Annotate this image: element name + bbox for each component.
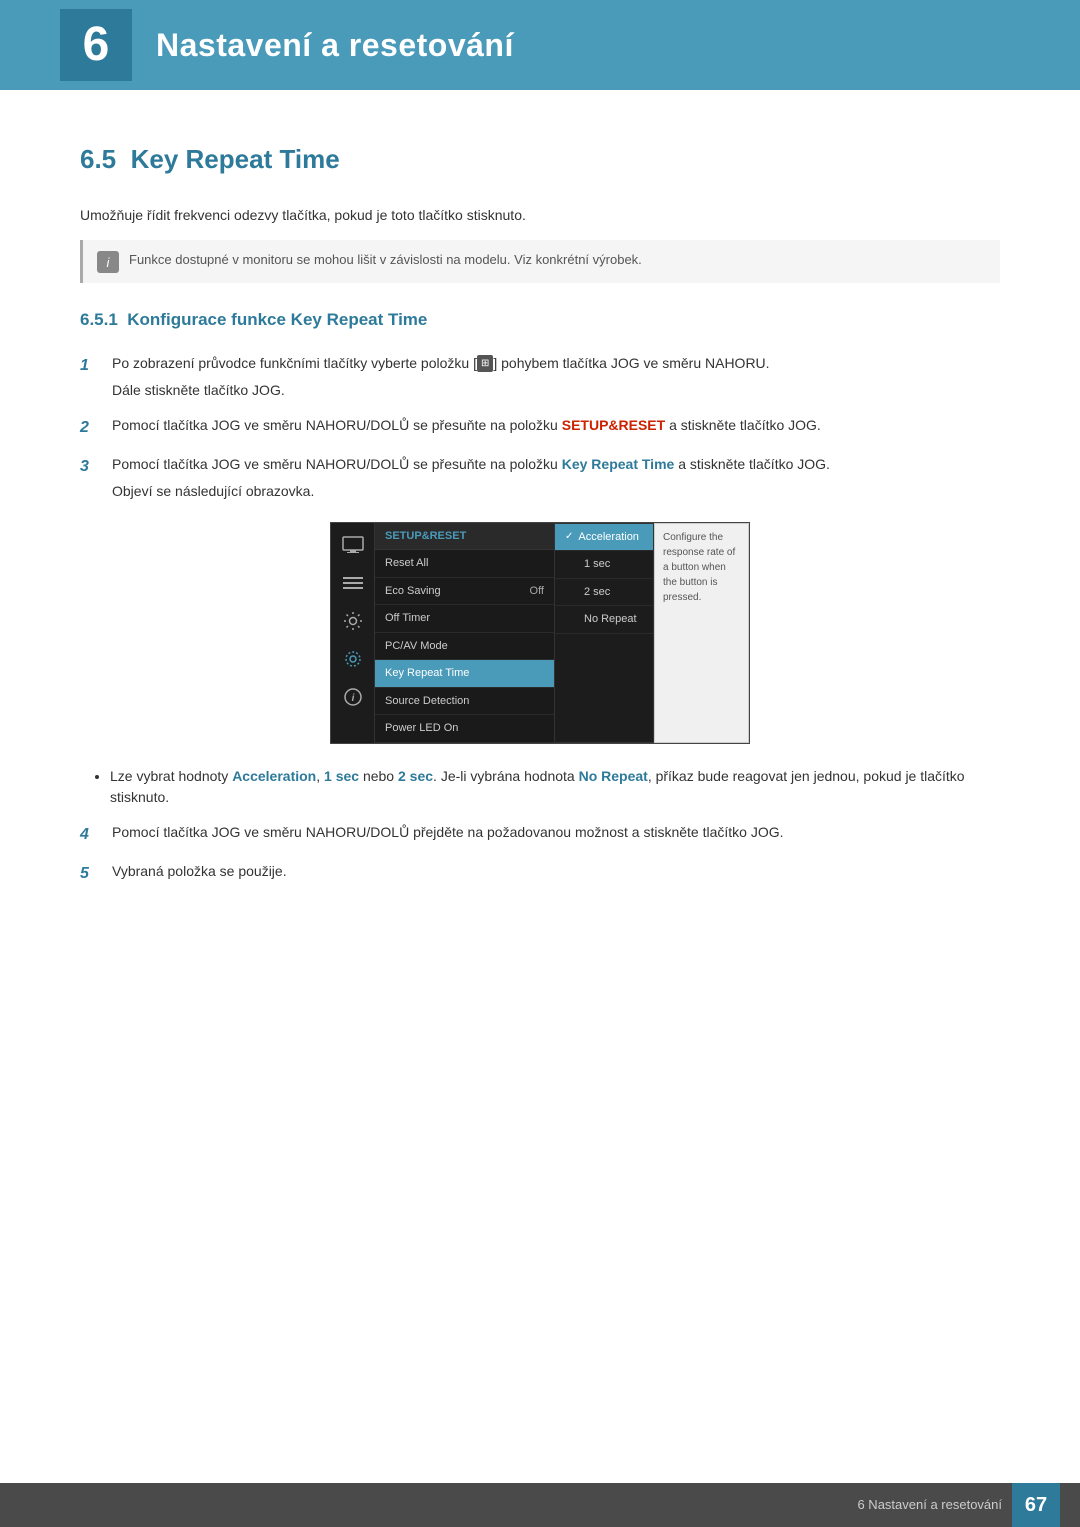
- bullet-item: Lze vybrat hodnoty Acceleration, 1 sec n…: [110, 766, 1000, 808]
- no-repeat-option: No Repeat: [579, 768, 648, 784]
- step-1-content: Po zobrazení průvodce funkčními tlačítky…: [112, 353, 1000, 401]
- screen-sidebar: i: [331, 523, 375, 743]
- menu-item-off-timer: Off Timer: [375, 605, 554, 633]
- accel-option: Acceleration: [232, 768, 316, 784]
- note-box: i Funkce dostupné v monitoru se mohou li…: [80, 240, 1000, 283]
- step-1-number: 1: [80, 353, 98, 378]
- sidebar-icon-settings: [341, 609, 365, 633]
- note-text: Funkce dostupné v monitoru se mohou liši…: [129, 250, 642, 270]
- step-5: 5 Vybraná položka se použije.: [80, 861, 1000, 886]
- page-footer: 6 Nastavení a resetování 67: [0, 1483, 1080, 1527]
- 2sec-option: 2 sec: [398, 768, 433, 784]
- footer-page-number: 67: [1012, 1483, 1060, 1527]
- step-2-content: Pomocí tlačítka JOG ve směru NAHORU/DOLŮ…: [112, 415, 1000, 436]
- sidebar-icon-lines: [341, 571, 365, 595]
- section-number: 6.5: [80, 144, 116, 174]
- step-3-content: Pomocí tlačítka JOG ve směru NAHORU/DOLŮ…: [112, 454, 1000, 502]
- steps-list-2: 4 Pomocí tlačítka JOG ve směru NAHORU/DO…: [80, 822, 1000, 886]
- screenshot-container: i SETUP&RESET Reset All Eco Saving Off: [80, 522, 1000, 744]
- sidebar-icon-monitor: [341, 533, 365, 557]
- steps-list: 1 Po zobrazení průvodce funkčními tlačít…: [80, 353, 1000, 502]
- step-2-number: 2: [80, 415, 98, 440]
- subsection-title: 6.5.1 Konfigurace funkce Key Repeat Time: [80, 307, 1000, 333]
- menu-item-source-detection: Source Detection: [375, 688, 554, 716]
- setup-reset-label: SETUP&RESET: [562, 417, 665, 433]
- step-5-content: Vybraná položka se použije.: [112, 861, 1000, 882]
- step-3: 3 Pomocí tlačítka JOG ve směru NAHORU/DO…: [80, 454, 1000, 502]
- step-1-sub: Dále stiskněte tlačítko JOG.: [112, 380, 1000, 401]
- note-icon: i: [97, 251, 119, 273]
- menu-item-reset-all: Reset All: [375, 550, 554, 578]
- chapter-title: Nastavení a resetování: [156, 21, 514, 69]
- step-5-number: 5: [80, 861, 98, 886]
- tooltip-text: Configure the response rate of a button …: [663, 532, 735, 603]
- step-4-number: 4: [80, 822, 98, 847]
- submenu-item-2sec: 2 sec: [555, 579, 653, 607]
- screen-menu-list: Reset All Eco Saving Off Off Timer PC/AV…: [375, 550, 554, 743]
- section-name: Key Repeat Time: [131, 144, 340, 174]
- submenu-item-1sec: 1 sec: [555, 551, 653, 579]
- menu-item-power-led: Power LED On: [375, 715, 554, 743]
- step-3-sub: Objeví se následující obrazovka.: [112, 481, 1000, 502]
- screenshot: i SETUP&RESET Reset All Eco Saving Off: [330, 522, 750, 744]
- jog-icon: ⊞: [477, 355, 493, 372]
- tooltip-panel: Configure the response rate of a button …: [654, 523, 749, 743]
- step-4-content: Pomocí tlačítka JOG ve směru NAHORU/DOLŮ…: [112, 822, 1000, 843]
- step-3-number: 3: [80, 454, 98, 479]
- step-4: 4 Pomocí tlačítka JOG ve směru NAHORU/DO…: [80, 822, 1000, 847]
- main-content: 6.5 Key Repeat Time Umožňuje řídit frekv…: [0, 120, 1080, 980]
- chapter-number: 6: [60, 9, 132, 81]
- svg-text:i: i: [351, 693, 354, 704]
- submenu-item-no-repeat: No Repeat: [555, 606, 653, 634]
- menu-item-key-repeat: Key Repeat Time: [375, 660, 554, 688]
- section-intro: Umožňuje řídit frekvenci odezvy tlačítka…: [80, 205, 1000, 226]
- bullet-list: Lze vybrat hodnoty Acceleration, 1 sec n…: [80, 766, 1000, 808]
- menu-item-pcav-mode: PC/AV Mode: [375, 633, 554, 661]
- screen-main: SETUP&RESET Reset All Eco Saving Off Off…: [375, 523, 554, 743]
- submenu-panel: ✓ Acceleration 1 sec 2 sec No Repeat: [554, 523, 654, 743]
- section-title: 6.5 Key Repeat Time: [80, 140, 1000, 185]
- screen-menu-header: SETUP&RESET: [375, 523, 554, 551]
- subsection-name: Konfigurace funkce Key Repeat Time: [127, 310, 427, 329]
- sidebar-icon-gear-active: [341, 647, 365, 671]
- submenu-item-acceleration: ✓ Acceleration: [555, 524, 653, 552]
- step-1: 1 Po zobrazení průvodce funkčními tlačít…: [80, 353, 1000, 401]
- footer-chapter-label: 6 Nastavení a resetování: [857, 1495, 1002, 1515]
- subsection-number: 6.5.1: [80, 310, 118, 329]
- key-repeat-time-label: Key Repeat Time: [562, 456, 675, 472]
- 1sec-option: 1 sec: [324, 768, 359, 784]
- chapter-header: 6 Nastavení a resetování: [0, 0, 1080, 90]
- menu-item-eco-saving: Eco Saving Off: [375, 578, 554, 606]
- sidebar-icon-info: i: [341, 685, 365, 709]
- step-2: 2 Pomocí tlačítka JOG ve směru NAHORU/DO…: [80, 415, 1000, 440]
